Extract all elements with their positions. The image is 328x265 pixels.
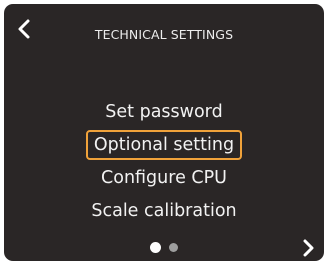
settings-menu: Set password Optional setting Configure … xyxy=(4,96,324,228)
page-dot-1[interactable] xyxy=(150,242,161,253)
page-dot-2[interactable] xyxy=(169,243,178,252)
menu-item-label: Optional setting xyxy=(85,130,243,160)
next-page-button[interactable] xyxy=(300,239,318,257)
page-title: TECHNICAL SETTINGS xyxy=(94,27,234,42)
menu-item-label: Set password xyxy=(105,102,223,122)
chevron-right-icon xyxy=(303,239,314,257)
menu-item-set-password[interactable]: Set password xyxy=(4,96,324,129)
menu-item-label: Configure CPU xyxy=(101,168,227,188)
menu-item-label: Scale calibration xyxy=(91,201,237,221)
device-screen: TECHNICAL SETTINGS Set password Optional… xyxy=(4,4,324,261)
page-indicator xyxy=(4,242,324,254)
menu-item-configure-cpu[interactable]: Configure CPU xyxy=(4,162,324,195)
menu-item-scale-calibration[interactable]: Scale calibration xyxy=(4,195,324,228)
menu-item-optional-setting[interactable]: Optional setting xyxy=(4,129,324,162)
